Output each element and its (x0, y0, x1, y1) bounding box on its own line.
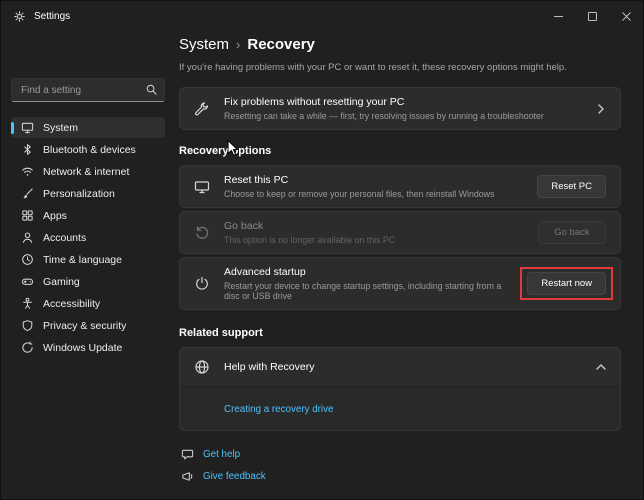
sidebar-item-label: Accounts (43, 232, 86, 244)
reset-pc-title: Reset this PC (224, 174, 523, 186)
search-input[interactable] (11, 78, 165, 102)
minimize-icon (554, 12, 563, 21)
maximize-button[interactable] (575, 1, 609, 31)
recovery-options-heading: Recovery options (179, 145, 621, 157)
troubleshoot-card[interactable]: Fix problems without resetting your PC R… (179, 87, 621, 130)
give-feedback-link[interactable]: Give feedback (181, 470, 621, 483)
feedback-megaphone-icon (181, 470, 194, 483)
monitor-icon (21, 121, 34, 134)
selection-pill (11, 122, 14, 134)
go-back-description: This option is no longer available on th… (224, 235, 524, 245)
reset-pc-description: Choose to keep or remove your personal f… (224, 189, 523, 199)
reset-pc-icon (194, 179, 210, 195)
advanced-startup-title: Advanced startup (224, 266, 513, 278)
chat-bubble-icon (181, 448, 194, 461)
sidebar-item-label: Gaming (43, 276, 80, 288)
power-restart-icon (194, 276, 210, 292)
settings-gear-icon (13, 10, 26, 23)
footer-links: Get help Give feedback (179, 448, 621, 483)
sidebar-item-accessibility[interactable]: Accessibility (11, 293, 165, 314)
sidebar-item-label: Apps (43, 210, 67, 222)
page-title: Recovery (247, 36, 315, 53)
maximize-icon (588, 12, 597, 21)
reset-pc-button[interactable]: Reset PC (537, 175, 606, 198)
wrench-icon (194, 101, 210, 117)
sidebar-item-accounts[interactable]: Accounts (11, 227, 165, 248)
bluetooth-icon (21, 143, 34, 156)
sidebar: System Bluetooth & devices Network & int… (1, 31, 173, 499)
sidebar-item-system[interactable]: System (11, 117, 165, 138)
get-help-link[interactable]: Get help (181, 448, 621, 461)
sidebar-item-label: Personalization (43, 188, 115, 200)
recovery-drive-link[interactable]: Creating a recovery drive (224, 404, 333, 415)
search-box (11, 78, 165, 102)
apps-grid-icon (21, 209, 34, 222)
sidebar-item-label: System (43, 122, 78, 134)
go-back-title: Go back (224, 220, 524, 232)
minimize-button[interactable] (541, 1, 575, 31)
go-back-texts: Go back This option is no longer availab… (224, 220, 524, 245)
give-feedback-label: Give feedback (203, 471, 266, 482)
main-content: System › Recovery If you're having probl… (179, 31, 621, 499)
help-with-recovery-card: Help with Recovery Creating a recovery d… (179, 347, 621, 431)
restart-now-wrap: Restart now (527, 272, 606, 295)
go-back-card: Go back This option is no longer availab… (179, 211, 621, 254)
person-icon (21, 231, 34, 244)
caption-controls (541, 1, 643, 31)
sidebar-item-label: Accessibility (43, 298, 100, 310)
help-card-header[interactable]: Help with Recovery (180, 348, 620, 386)
gamepad-icon (21, 275, 34, 288)
troubleshoot-title: Fix problems without resetting your PC (224, 96, 582, 108)
titlebar: Settings (1, 1, 643, 31)
close-icon (622, 12, 631, 21)
settings-window: { "window": { "title": "Settings" }, "si… (0, 0, 644, 500)
troubleshoot-texts: Fix problems without resetting your PC R… (224, 96, 582, 121)
chevron-up-icon (596, 362, 606, 372)
reset-pc-card: Reset this PC Choose to keep or remove y… (179, 165, 621, 208)
sidebar-item-label: Network & internet (43, 166, 129, 178)
sidebar-item-network-internet[interactable]: Network & internet (11, 161, 165, 182)
shield-icon (21, 319, 34, 332)
sidebar-item-label: Time & language (43, 254, 122, 266)
update-refresh-icon (21, 341, 34, 354)
close-button[interactable] (609, 1, 643, 31)
page-subtitle: If you're having problems with your PC o… (179, 62, 621, 73)
breadcrumb-separator: › (236, 37, 240, 52)
go-back-icon (194, 225, 210, 241)
sidebar-nav: System Bluetooth & devices Network & int… (11, 117, 165, 358)
globe-help-icon (194, 359, 210, 375)
breadcrumb-system[interactable]: System (179, 36, 229, 53)
wifi-icon (21, 165, 34, 178)
advanced-startup-texts: Advanced startup Restart your device to … (224, 266, 513, 301)
sidebar-item-gaming[interactable]: Gaming (11, 271, 165, 292)
accessibility-person-icon (21, 297, 34, 310)
advanced-startup-card: Advanced startup Restart your device to … (179, 257, 621, 310)
sidebar-item-privacy-security[interactable]: Privacy & security (11, 315, 165, 336)
restart-now-button[interactable]: Restart now (527, 272, 606, 295)
breadcrumb: System › Recovery (179, 36, 621, 53)
chevron-right-icon (596, 104, 606, 114)
sidebar-item-apps[interactable]: Apps (11, 205, 165, 226)
advanced-startup-description: Restart your device to change startup se… (224, 281, 513, 301)
search-icon (145, 83, 158, 96)
get-help-label: Get help (203, 449, 240, 460)
sidebar-item-label: Windows Update (43, 342, 122, 354)
window-title: Settings (34, 11, 70, 22)
help-card-body: Creating a recovery drive (180, 386, 620, 430)
sidebar-item-windows-update[interactable]: Windows Update (11, 337, 165, 358)
reset-pc-texts: Reset this PC Choose to keep or remove y… (224, 174, 523, 199)
sidebar-item-personalization[interactable]: Personalization (11, 183, 165, 204)
brush-icon (21, 187, 34, 200)
recovery-options-list: Reset this PC Choose to keep or remove y… (179, 165, 621, 310)
sidebar-item-label: Privacy & security (43, 320, 126, 332)
sidebar-item-time-language[interactable]: Time & language (11, 249, 165, 270)
clock-icon (21, 253, 34, 266)
help-card-texts: Help with Recovery (224, 361, 582, 373)
troubleshoot-description: Resetting can take a while — first, try … (224, 111, 582, 121)
go-back-button: Go back (538, 221, 606, 244)
help-card-title: Help with Recovery (224, 361, 582, 373)
sidebar-item-bluetooth-devices[interactable]: Bluetooth & devices (11, 139, 165, 160)
sidebar-item-label: Bluetooth & devices (43, 144, 136, 156)
related-support-heading: Related support (179, 327, 621, 339)
